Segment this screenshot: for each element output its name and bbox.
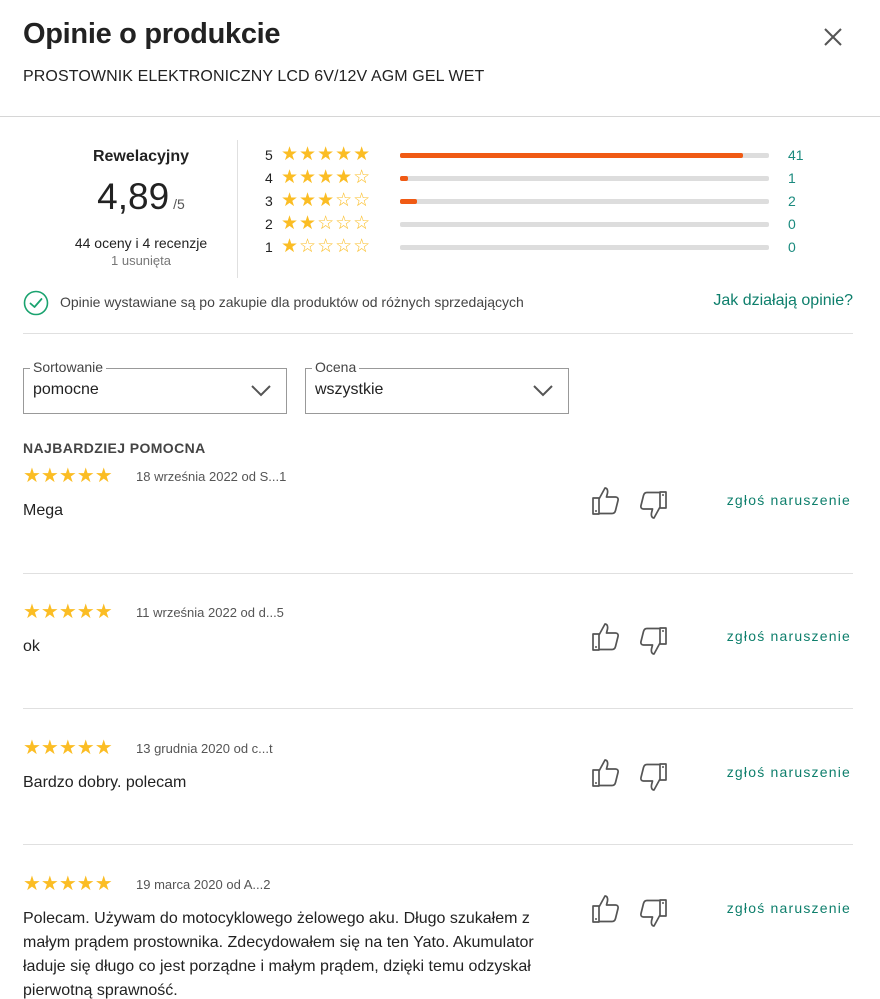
distribution-bar-fill (400, 176, 409, 181)
star-icons: ★★☆☆☆ (281, 213, 372, 234)
distribution-row-3[interactable]: 3 ★★★☆☆ 2 (265, 191, 855, 211)
page-title: Opinie o produkcie (23, 18, 281, 50)
ratings-count: 44 oceny i 4 recenzje (74, 235, 208, 251)
thumb-down-icon[interactable] (635, 487, 671, 523)
report-link[interactable]: zgłoś naruszenie (727, 492, 851, 508)
sort-select[interactable]: Sortowanie pomocne (23, 359, 287, 414)
review-meta: 11 września 2022 od d...5 (136, 605, 284, 620)
star-icons: ★☆☆☆☆ (281, 236, 372, 257)
review-meta: 18 września 2022 od S...1 (136, 469, 287, 484)
section-title: NAJBARDZIEJ POMOCNA (23, 440, 206, 456)
review-item: ★★★★★ 18 września 2022 od S...1 Mega zgł… (23, 465, 853, 565)
divider (23, 708, 853, 709)
review-text: Mega (23, 502, 64, 519)
divider (23, 844, 853, 845)
distribution-stars-label: 4 (265, 170, 273, 186)
distribution-row-1[interactable]: 1 ★☆☆☆☆ 0 (265, 237, 855, 257)
review-stars: ★★★★★ (23, 465, 113, 487)
distribution-bar (400, 222, 769, 227)
report-link[interactable]: zgłoś naruszenie (727, 628, 851, 644)
review-item: ★★★★★ 11 września 2022 od d...5 ok zgłoś… (23, 601, 853, 701)
review-text: ok (23, 638, 40, 655)
chevron-down-icon (533, 385, 553, 397)
distribution-bar-fill (400, 199, 417, 204)
review-stars: ★★★★★ (23, 601, 113, 623)
thumb-up-icon[interactable] (588, 619, 624, 655)
review-text: Bardzo dobry. polecam (23, 774, 187, 791)
distribution-stars-label: 3 (265, 193, 273, 209)
star-icons: ★★★★☆ (281, 167, 372, 188)
distribution-stars-label: 5 (265, 147, 273, 163)
how-reviews-work-link[interactable]: Jak działają opinie? (713, 292, 853, 310)
review-meta: 13 grudnia 2020 od c...t (136, 741, 273, 756)
distribution-bar (400, 153, 769, 158)
divider (23, 573, 853, 574)
close-icon[interactable] (818, 22, 848, 52)
score-number: 4,89 (97, 176, 170, 217)
rating-select[interactable]: Ocena wszystkie (305, 359, 569, 414)
sort-value: pomocne (33, 381, 99, 398)
review-stars: ★★★★★ (23, 737, 113, 759)
distribution-stars-label: 2 (265, 216, 273, 232)
info-text: Opinie wystawiane są po zakupie dla prod… (60, 294, 524, 310)
thumb-down-icon[interactable] (635, 895, 671, 931)
distribution-bar (400, 176, 769, 181)
product-name: PROSTOWNIK ELEKTRONICZNY LCD 6V/12V AGM … (23, 68, 485, 85)
review-item: ★★★★★ 13 grudnia 2020 od c...t Bardzo do… (23, 737, 853, 837)
rating-summary: Rewelacyjny 4,89/5 44 oceny i 4 recenzje… (23, 140, 853, 280)
report-link[interactable]: zgłoś naruszenie (727, 900, 851, 916)
removed-count: 1 usunięta (111, 253, 171, 268)
rating-value: wszystkie (315, 381, 384, 398)
distribution-count[interactable]: 1 (788, 170, 796, 186)
distribution-row-5[interactable]: 5 ★★★★★ 41 (265, 145, 855, 165)
average-score: 4,89/5 (23, 176, 259, 218)
distribution-stars-label: 1 (265, 239, 273, 255)
info-bar: Opinie wystawiane są po zakupie dla prod… (23, 290, 853, 334)
check-circle-icon (23, 290, 49, 316)
distribution-count[interactable]: 2 (788, 193, 796, 209)
sort-label: Sortowanie (30, 359, 107, 375)
distribution-row-4[interactable]: 4 ★★★★☆ 1 (265, 168, 855, 188)
distribution-row-2[interactable]: 2 ★★☆☆☆ 0 (265, 214, 855, 234)
distribution-bar (400, 245, 769, 250)
score-max: /5 (173, 196, 185, 212)
distribution-count[interactable]: 41 (788, 147, 804, 163)
rating-label: Ocena (312, 359, 360, 375)
score-label: Rewelacyjny (92, 148, 190, 165)
report-link[interactable]: zgłoś naruszenie (727, 764, 851, 780)
review-stars: ★★★★★ (23, 873, 113, 895)
thumb-down-icon[interactable] (635, 759, 671, 795)
distribution-bar (400, 199, 769, 204)
thumb-down-icon[interactable] (635, 623, 671, 659)
thumb-up-icon[interactable] (588, 891, 624, 927)
distribution-count[interactable]: 0 (788, 216, 796, 232)
star-icons: ★★★☆☆ (281, 190, 372, 211)
thumb-up-icon[interactable] (588, 755, 624, 791)
distribution-bar-fill (400, 153, 744, 158)
modal-header: Opinie o produkcie PROSTOWNIK ELEKTRONIC… (0, 0, 880, 117)
distribution-count[interactable]: 0 (788, 239, 796, 255)
review-meta: 19 marca 2020 od A...2 (136, 877, 271, 892)
star-icons: ★★★★★ (281, 144, 372, 165)
thumb-up-icon[interactable] (588, 483, 624, 519)
review-text: Polecam. Używam do motocyklowego żeloweg… (23, 910, 534, 999)
chevron-down-icon (251, 385, 271, 397)
review-item: ★★★★★ 19 marca 2020 od A...2 Polecam. Uż… (23, 873, 853, 999)
